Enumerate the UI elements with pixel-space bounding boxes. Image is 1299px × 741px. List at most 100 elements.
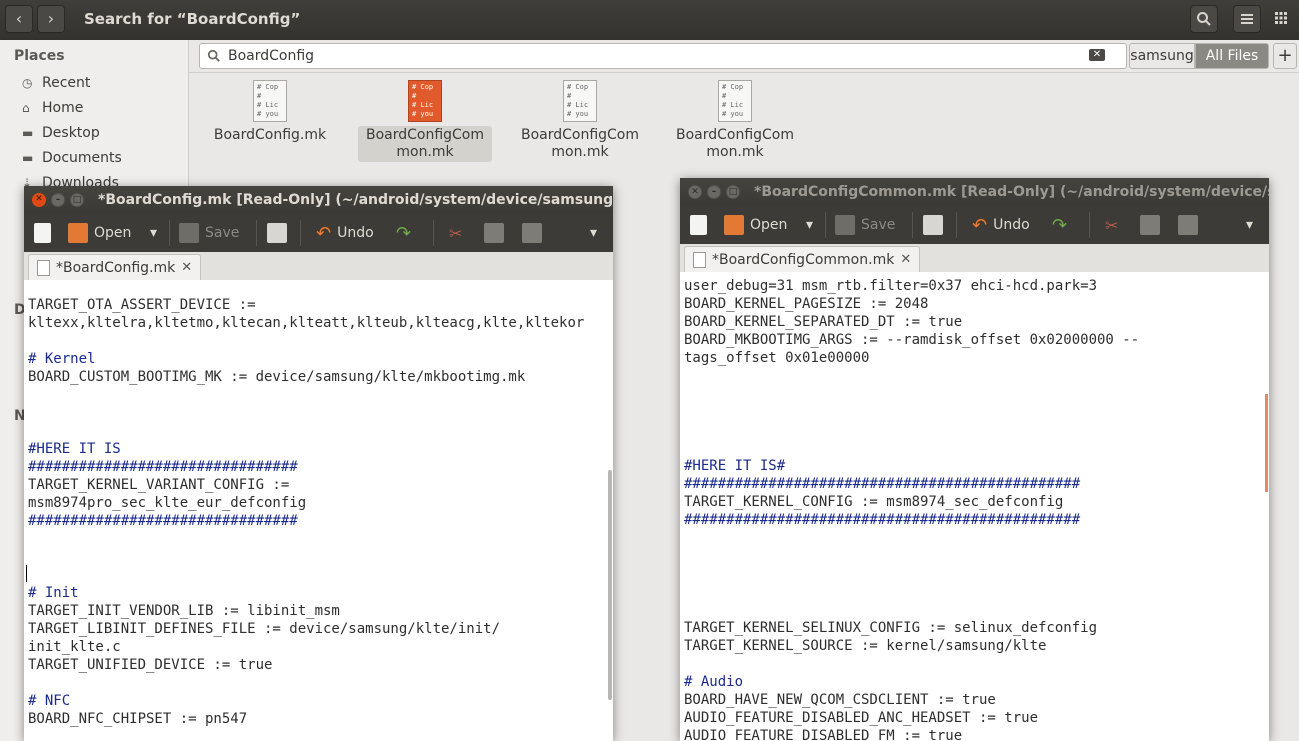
redo-button[interactable]: ↷ <box>1052 214 1067 236</box>
new-document-button[interactable] <box>690 214 707 236</box>
save-label: Save <box>861 217 896 233</box>
copy-button[interactable] <box>1140 214 1160 236</box>
open-label: Open <box>750 217 788 233</box>
file-item-selected[interactable]: # Cop # # Lic # you BoardConfigCommon.mk <box>355 80 495 162</box>
close-window-button[interactable]: ✕ <box>688 185 702 199</box>
dropdown-icon: ▾ <box>150 225 158 241</box>
code-line: BOARD_HAVE_NEW_QCOM_CSDCLIENT := true <box>684 692 996 708</box>
editor-toolbar: Open ▾ Save ↶ Undo ↷ ✂ ▾ <box>680 206 1269 244</box>
file-item[interactable]: # Cop # # Lic # you BoardConfigCommon.mk <box>665 80 805 162</box>
search-toggle-button[interactable] <box>1190 5 1218 33</box>
sidebar-item-recent[interactable]: ◷ Recent <box>22 72 90 94</box>
code-line: kltexx,kltelra,kltetmo,kltecan,klteatt,k… <box>28 315 585 331</box>
vertical-scrollbar[interactable] <box>608 470 612 700</box>
code-line: TARGET_LIBINIT_DEFINES_FILE := device/sa… <box>28 621 501 637</box>
grid-menu-button[interactable] <box>1267 5 1295 33</box>
dropdown-icon: ▾ <box>590 225 598 241</box>
tab-boardconfigcommon[interactable]: *BoardConfigCommon.mk ✕ <box>684 246 921 272</box>
code-line: ########################################… <box>684 476 1081 492</box>
code-line: BOARD_NFC_CHIPSET := pn547 <box>28 711 248 727</box>
code-line: TARGET_UNIFIED_DEVICE := true <box>28 657 273 673</box>
grid-icon <box>1275 12 1287 24</box>
undo-button[interactable]: ↶ Undo <box>316 222 374 244</box>
toolbar-separator <box>956 212 957 238</box>
print-icon <box>267 223 287 243</box>
maximize-window-button[interactable]: □ <box>70 193 84 207</box>
code-line: BOARD_KERNEL_SEPARATED_DT := true <box>684 314 963 330</box>
new-document-icon <box>690 215 707 235</box>
paste-button[interactable] <box>522 222 542 244</box>
open-label: Open <box>94 225 132 241</box>
undo-icon: ↶ <box>972 214 988 236</box>
print-button[interactable] <box>267 222 287 244</box>
folder-icon: ▬ <box>22 151 34 165</box>
code-line: msm8974pro_sec_klte_eur_defconfig <box>28 495 307 511</box>
vertical-scrollbar[interactable] <box>1265 394 1268 492</box>
editor-toolbar: Open ▾ Save ↶ Undo ↷ ✂ ▾ <box>24 214 613 252</box>
code-line: TARGET_INIT_VENDOR_LIB := libinit_msm <box>28 603 340 619</box>
code-line: AUDIO_FEATURE_DISABLED_FM := true <box>684 728 963 741</box>
open-dropdown-button[interactable]: ▾ <box>806 214 813 236</box>
print-button[interactable] <box>923 214 943 236</box>
code-line: # Audio <box>684 674 744 690</box>
file-name: BoardConfig.mk <box>213 127 327 143</box>
redo-button[interactable]: ↷ <box>396 222 411 244</box>
sidebar-item-label: Home <box>42 100 84 116</box>
close-tab-icon[interactable]: ✕ <box>181 260 192 275</box>
text-editor[interactable]: TARGET_OTA_ASSERT_DEVICE := kltexx,kltel… <box>24 280 613 741</box>
text-file-icon: # Cop # # Lic # you <box>408 80 442 122</box>
folder-open-icon <box>68 223 88 243</box>
text-cursor <box>26 565 27 582</box>
open-button[interactable]: Open <box>724 214 787 236</box>
add-criteria-button[interactable]: + <box>1273 43 1297 69</box>
sidebar-item-home[interactable]: ⌂ Home <box>22 97 83 119</box>
toolbar-overflow-button[interactable]: ▾ <box>590 222 597 244</box>
file-item[interactable]: # Cop # # Lic # you BoardConfigCommon.mk <box>510 80 650 162</box>
location-samsung-button[interactable]: samsung <box>1129 43 1195 69</box>
editor-window-boardconfig: ✕ – □ *BoardConfig.mk [Read-Only] (~/and… <box>24 186 613 741</box>
text-file-icon: # Cop # # Lic # you <box>563 80 597 122</box>
maximize-window-button[interactable]: □ <box>726 185 740 199</box>
document-icon <box>37 259 50 276</box>
save-button[interactable]: Save <box>179 222 239 244</box>
file-name: BoardConfigCommon.mk <box>358 126 492 162</box>
open-button[interactable]: Open <box>68 222 131 244</box>
cut-icon: ✂ <box>1105 215 1119 235</box>
code-line: BOARD_CUSTOM_BOOTIMG_MK := device/samsun… <box>28 369 526 385</box>
search-bar: ✕ samsung All Files + <box>189 40 1299 73</box>
code-line: BOARD_KERNEL_PAGESIZE := 2048 <box>684 296 929 312</box>
view-list-button[interactable] <box>1233 5 1261 33</box>
sidebar-item-documents[interactable]: ▬ Documents <box>22 147 122 169</box>
minimize-window-button[interactable]: – <box>51 193 65 207</box>
save-button[interactable]: Save <box>835 214 895 236</box>
paste-button[interactable] <box>1178 214 1198 236</box>
open-dropdown-button[interactable]: ▾ <box>150 222 157 244</box>
editor-titlebar: ✕ – □ *BoardConfigCommon.mk [Read-Only] … <box>680 178 1269 206</box>
new-document-button[interactable] <box>34 222 51 244</box>
copy-button[interactable] <box>484 222 504 244</box>
close-tab-icon[interactable]: ✕ <box>900 252 911 267</box>
all-files-button[interactable]: All Files <box>1195 43 1269 69</box>
code-line: TARGET_KERNEL_SELINUX_CONFIG := selinux_… <box>684 620 1098 636</box>
paste-icon <box>1178 215 1198 235</box>
minimize-window-button[interactable]: – <box>707 185 721 199</box>
text-editor[interactable]: user_debug=31 msm_rtb.filter=0x37 ehci-h… <box>680 272 1269 741</box>
code-line: BOARD_MKBOOTIMG_ARGS := --ramdisk_offset… <box>684 332 1140 348</box>
search-input[interactable] <box>199 43 1127 69</box>
cut-button[interactable]: ✂ <box>1105 214 1118 236</box>
copy-icon <box>484 223 504 243</box>
back-button[interactable]: ‹ <box>5 5 33 33</box>
cut-button[interactable]: ✂ <box>449 222 462 244</box>
close-window-button[interactable]: ✕ <box>32 193 46 207</box>
print-icon <box>923 215 943 235</box>
back-icon: ‹ <box>15 9 23 28</box>
sidebar-item-desktop[interactable]: ▬ Desktop <box>22 122 100 144</box>
toolbar-overflow-button[interactable]: ▾ <box>1246 214 1253 236</box>
toolbar-separator <box>825 212 826 238</box>
tab-boardconfig[interactable]: *BoardConfig.mk ✕ <box>28 254 202 280</box>
forward-button[interactable]: › <box>37 5 65 33</box>
clear-search-icon[interactable]: ✕ <box>1089 49 1105 61</box>
file-item[interactable]: # Cop # # Lic # you BoardConfig.mk <box>200 80 340 145</box>
undo-button[interactable]: ↶ Undo <box>972 214 1030 236</box>
code-line: TARGET_KERNEL_CONFIG := msm8974_sec_defc… <box>684 494 1064 510</box>
